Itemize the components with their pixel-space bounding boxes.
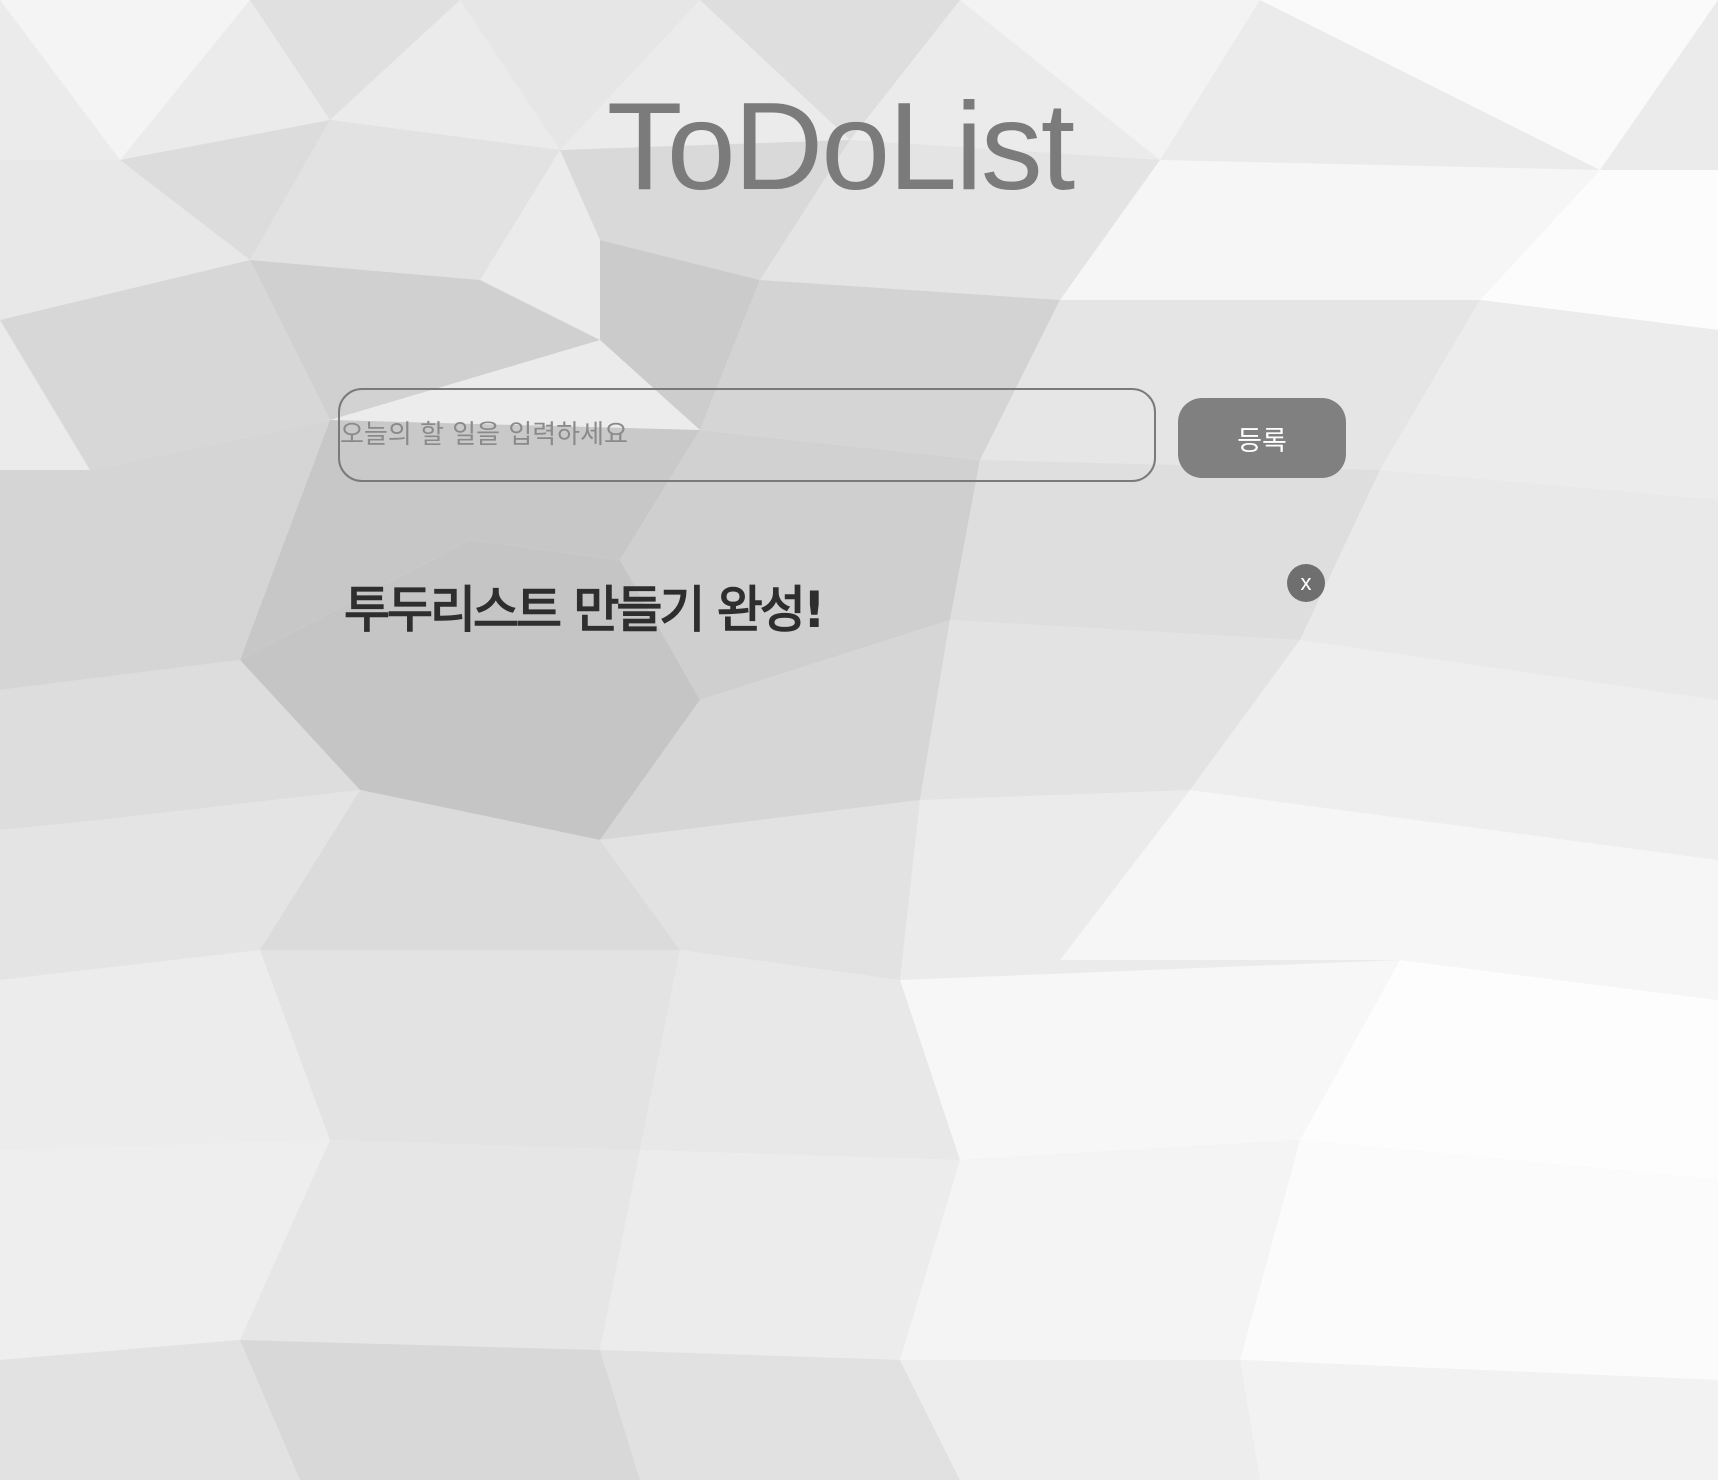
delete-todo-button[interactable]: x [1287,564,1325,602]
todo-input[interactable] [338,388,1156,482]
todo-app: ToDoList 등록 투두리스트 만들기 완성! x [0,0,1718,1480]
add-todo-button[interactable]: 등록 [1178,398,1346,478]
todo-text: 투두리스트 만들기 완성! [344,581,826,639]
todo-item: 투두리스트 만들기 완성! x [340,560,1340,640]
todo-list: 투두리스트 만들기 완성! x [340,560,1340,640]
page-title: ToDoList [606,78,1075,216]
